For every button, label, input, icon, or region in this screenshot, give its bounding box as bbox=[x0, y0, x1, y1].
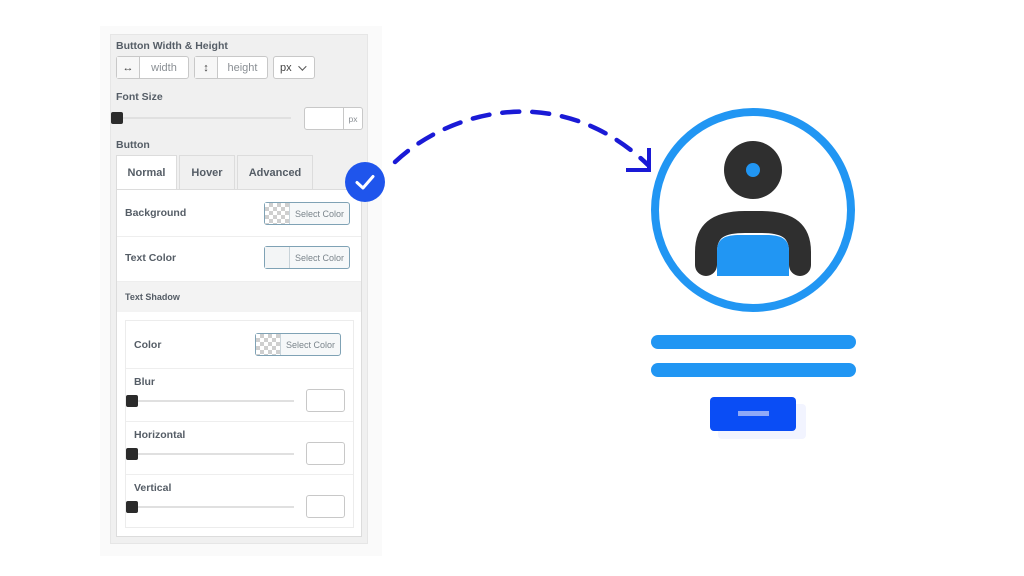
user-profile-icon bbox=[651, 108, 855, 312]
checkmark-badge bbox=[345, 162, 385, 202]
illustration bbox=[392, 108, 856, 439]
checkmark-icon bbox=[355, 175, 375, 190]
avatar-head-dot bbox=[746, 163, 760, 177]
dashed-curved-arrow bbox=[392, 109, 651, 168]
preview-button-label-dash bbox=[738, 411, 769, 416]
avatar-body bbox=[717, 235, 789, 276]
